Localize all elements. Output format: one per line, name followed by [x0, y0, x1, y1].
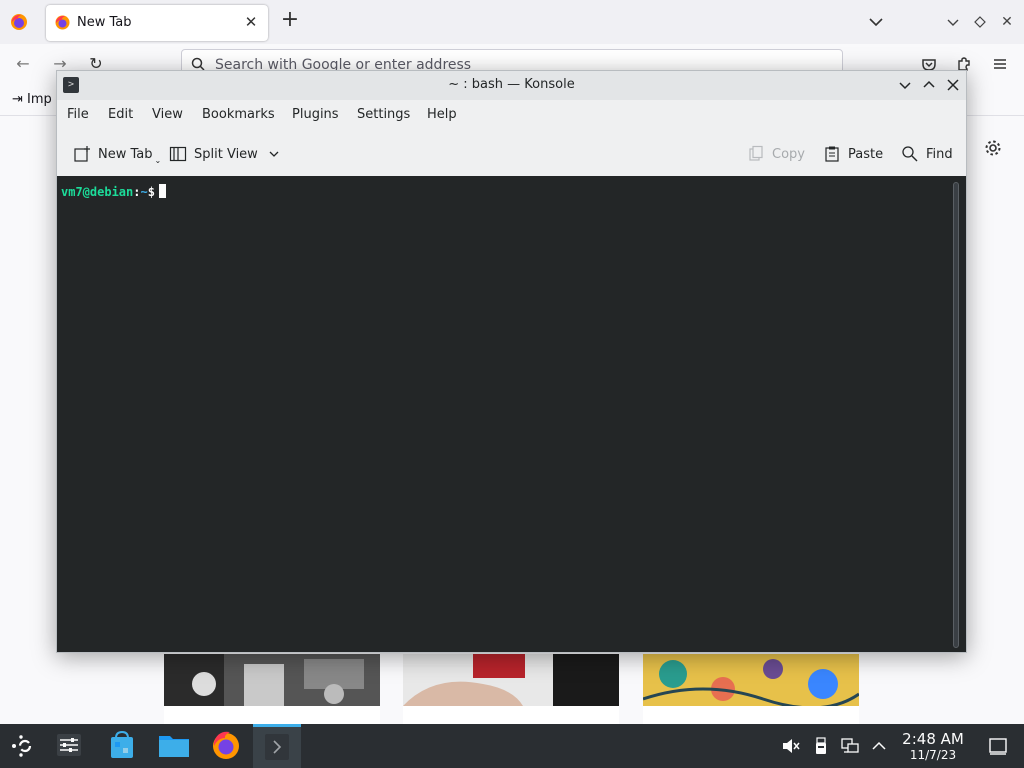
digital-clock[interactable]: 2:48 AM 11/7/23	[894, 730, 972, 763]
story-thumbnail	[164, 654, 380, 706]
story-card[interactable]	[643, 654, 859, 724]
new-tab-plus-icon[interactable]: +	[279, 9, 301, 32]
split-view-chevron-down-icon[interactable]	[268, 148, 280, 160]
terminal-display[interactable]: vm7@debian:~$	[57, 176, 966, 652]
prompt-user-host: vm7@debian	[61, 185, 134, 199]
story-thumbnail	[403, 654, 619, 706]
show-hidden-icons-chevron-up-icon[interactable]	[869, 736, 889, 756]
find-button[interactable]: Find	[901, 143, 953, 165]
import-bookmarks-label: Imp	[27, 92, 52, 107]
list-all-tabs-chevron-icon[interactable]	[866, 12, 886, 32]
system-settings-button[interactable]	[45, 724, 93, 768]
window-title: ~ : bash — Konsole	[448, 77, 575, 92]
konsole-titlebar[interactable]: > ~ : bash — Konsole	[57, 71, 966, 100]
find-label: Find	[926, 146, 953, 162]
split-view-label: Split View	[194, 146, 258, 162]
story-card[interactable]	[164, 654, 380, 724]
removable-device-icon[interactable]	[811, 736, 831, 756]
import-bookmarks-button[interactable]: ⇥ Imp	[12, 92, 52, 107]
menu-help[interactable]: Help	[427, 107, 457, 122]
menu-bookmarks[interactable]: Bookmarks	[202, 107, 275, 122]
paste-button[interactable]: Paste	[823, 143, 883, 165]
konsole-taskbar-button[interactable]	[253, 724, 301, 768]
firefox-tab-icon	[55, 15, 70, 30]
close-icon[interactable]	[943, 75, 963, 95]
firefox-taskbar-button[interactable]	[202, 724, 250, 768]
prompt-path: ~	[140, 185, 148, 199]
application-launcher-button[interactable]	[0, 724, 48, 768]
new-tab-button[interactable]: New Tab ⌄	[73, 143, 161, 165]
back-arrow-icon[interactable]: ←	[12, 53, 34, 75]
text-cursor	[158, 184, 166, 198]
prompt-symbol: $	[147, 185, 155, 199]
shell-prompt: vm7@debian:~$	[61, 184, 166, 199]
clock-time: 2:48 AM	[902, 730, 964, 748]
story-thumbnail	[643, 654, 859, 710]
clock-date: 11/7/23	[909, 748, 957, 762]
find-search-icon	[902, 146, 918, 162]
taskbar: 2:48 AM 11/7/23	[0, 724, 1024, 768]
tab-new-tab[interactable]: New Tab ✕	[46, 5, 268, 41]
menu-bar: File Edit View Bookmarks Plugins Setting…	[57, 100, 966, 130]
minimize-window-icon[interactable]	[944, 12, 962, 32]
menu-settings[interactable]: Settings	[357, 107, 410, 122]
firefox-icon	[213, 731, 239, 759]
hamburger-menu-icon[interactable]	[989, 53, 1011, 75]
show-desktop-icon[interactable]	[988, 736, 1008, 756]
menu-plugins[interactable]: Plugins	[292, 107, 339, 122]
menu-file[interactable]: File	[67, 107, 89, 122]
close-tab-icon[interactable]: ✕	[240, 11, 262, 33]
split-view-button[interactable]: Split View	[169, 143, 280, 165]
terminal-icon	[265, 734, 289, 760]
settings-sliders-icon	[57, 734, 81, 756]
main-toolbar: New Tab ⌄ Split View Copy Paste Find	[57, 130, 966, 176]
search-icon	[191, 57, 205, 71]
copy-button[interactable]: Copy	[747, 143, 805, 165]
copy-label: Copy	[772, 146, 805, 162]
maximize-window-icon[interactable]	[971, 12, 989, 32]
copy-icon	[749, 145, 763, 161]
file-manager-button[interactable]	[150, 724, 198, 768]
settings-gear-icon[interactable]	[983, 138, 1003, 158]
firefox-view-button[interactable]	[8, 11, 30, 33]
steamdeck-launcher-icon	[12, 735, 32, 757]
maximize-icon[interactable]	[919, 75, 939, 95]
menu-edit[interactable]: Edit	[108, 107, 133, 122]
story-card[interactable]	[403, 654, 619, 724]
tab-title: New Tab	[77, 15, 132, 30]
terminal-scrollbar[interactable]	[953, 182, 959, 648]
new-tab-icon	[74, 146, 90, 162]
firefox-tab-strip: New Tab ✕ + ✕	[0, 0, 1024, 44]
minimize-icon[interactable]	[895, 75, 915, 95]
folder-icon	[159, 736, 189, 757]
network-wired-icon[interactable]	[840, 736, 860, 756]
firefox-icon	[11, 14, 27, 30]
volume-muted-icon[interactable]	[780, 736, 800, 756]
shopping-bag-icon	[111, 730, 133, 758]
konsole-window: > ~ : bash — Konsole File Edit View Book…	[56, 70, 967, 653]
split-view-icon	[169, 146, 187, 162]
discover-store-button[interactable]	[98, 724, 146, 768]
new-tab-dropdown-icon[interactable]: ⌄	[155, 156, 162, 165]
paste-icon	[825, 146, 839, 162]
new-tab-label: New Tab	[98, 146, 153, 162]
menu-view[interactable]: View	[152, 107, 183, 122]
paste-label: Paste	[848, 146, 884, 162]
close-window-icon[interactable]: ✕	[998, 12, 1016, 32]
